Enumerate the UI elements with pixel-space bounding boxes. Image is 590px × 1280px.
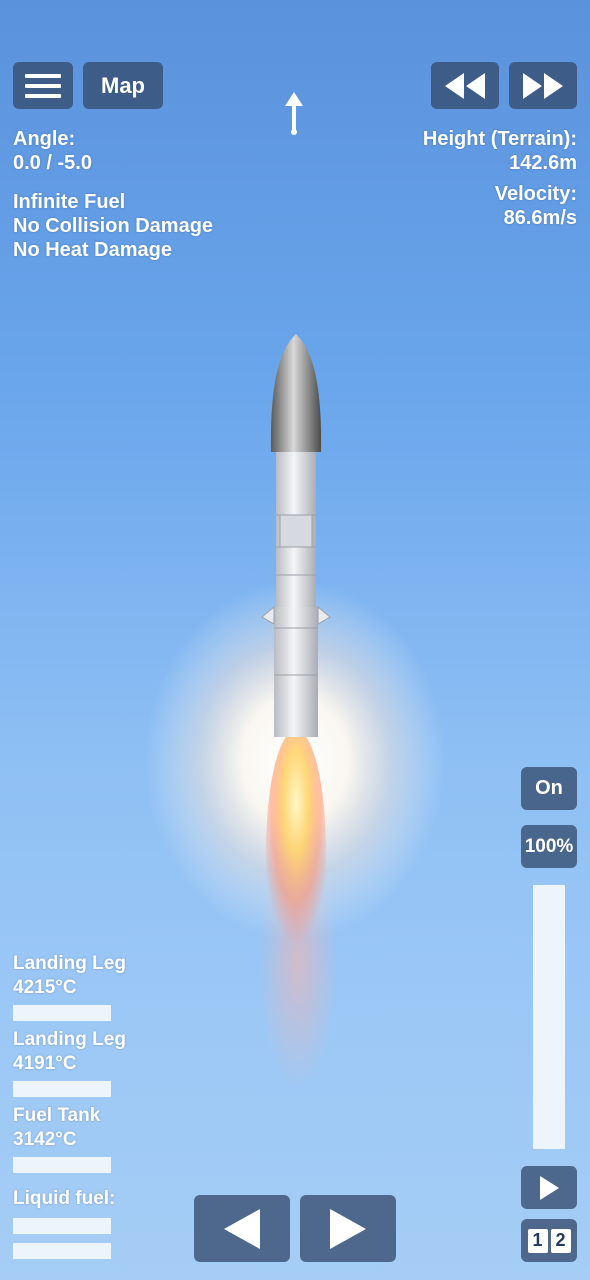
engine-glow: [145, 580, 445, 940]
part-name: Landing Leg: [13, 1029, 126, 1050]
stage-selector-button[interactable]: 1 2: [521, 1219, 577, 1262]
exhaust-smoke: [258, 830, 338, 1090]
part-heat-bar: [13, 1081, 111, 1097]
throttle-percent-label: 100%: [524, 835, 574, 857]
cheat-infinite-fuel: Infinite Fuel: [13, 191, 126, 213]
height-value: 142.6m: [509, 152, 577, 174]
hamburger-menu-icon: [25, 73, 61, 98]
stage-1-label: 1: [527, 1228, 548, 1253]
rocket-nose-cone: [270, 334, 322, 452]
angle-label: Angle:: [13, 128, 76, 150]
cheat-no-heat-damage: No Heat Damage: [13, 239, 172, 261]
part-temp: 4191°C: [13, 1053, 77, 1074]
part-name: Landing Leg: [13, 953, 126, 974]
map-button[interactable]: Map: [83, 62, 163, 109]
rocket-right-fin: [317, 605, 331, 625]
part-name: Fuel Tank: [13, 1105, 101, 1126]
part-temp: 3142°C: [13, 1129, 77, 1150]
rotate-right-arrow-icon: [330, 1208, 366, 1249]
velocity-label: Velocity:: [494, 183, 577, 205]
angle-value: 0.0 / -5.0: [13, 152, 92, 174]
cheat-no-collision-damage: No Collision Damage: [13, 215, 214, 237]
play-button[interactable]: [521, 1166, 577, 1209]
engine-toggle-button[interactable]: On: [521, 767, 577, 810]
fast-forward-button[interactable]: [509, 62, 577, 109]
map-button-label: Map: [101, 72, 145, 98]
menu-button[interactable]: [13, 62, 73, 109]
rewind-button[interactable]: [431, 62, 499, 109]
fast-forward-icon: [523, 72, 563, 99]
engine-flame: [266, 730, 326, 970]
stage-2-label: 2: [550, 1228, 571, 1253]
fuel-bar: [13, 1243, 111, 1259]
throttle-slider[interactable]: [533, 885, 565, 1149]
rotate-left-arrow-icon: [224, 1208, 260, 1249]
rewind-icon: [445, 72, 485, 99]
part-heat-bar: [13, 1005, 111, 1021]
up-arrow-indicator-icon: [285, 92, 303, 135]
rocket-grid-fins: [279, 514, 313, 548]
fuel-bar: [13, 1218, 111, 1234]
rotate-right-button[interactable]: [300, 1195, 396, 1262]
velocity-value: 86.6m/s: [503, 207, 577, 229]
throttle-percent-button[interactable]: 100%: [521, 825, 577, 868]
rocket-left-fin: [261, 605, 275, 625]
play-icon: [540, 1175, 559, 1200]
liquid-fuel-label: Liquid fuel:: [13, 1188, 116, 1209]
rocket-lower-body: [274, 607, 318, 737]
rotate-left-button[interactable]: [194, 1195, 290, 1262]
part-temp: 4215°C: [13, 977, 77, 998]
part-heat-bar: [13, 1157, 111, 1173]
engine-toggle-label: On: [535, 777, 563, 799]
height-label: Height (Terrain):: [422, 128, 577, 150]
rocket-upper-body: [276, 452, 316, 607]
